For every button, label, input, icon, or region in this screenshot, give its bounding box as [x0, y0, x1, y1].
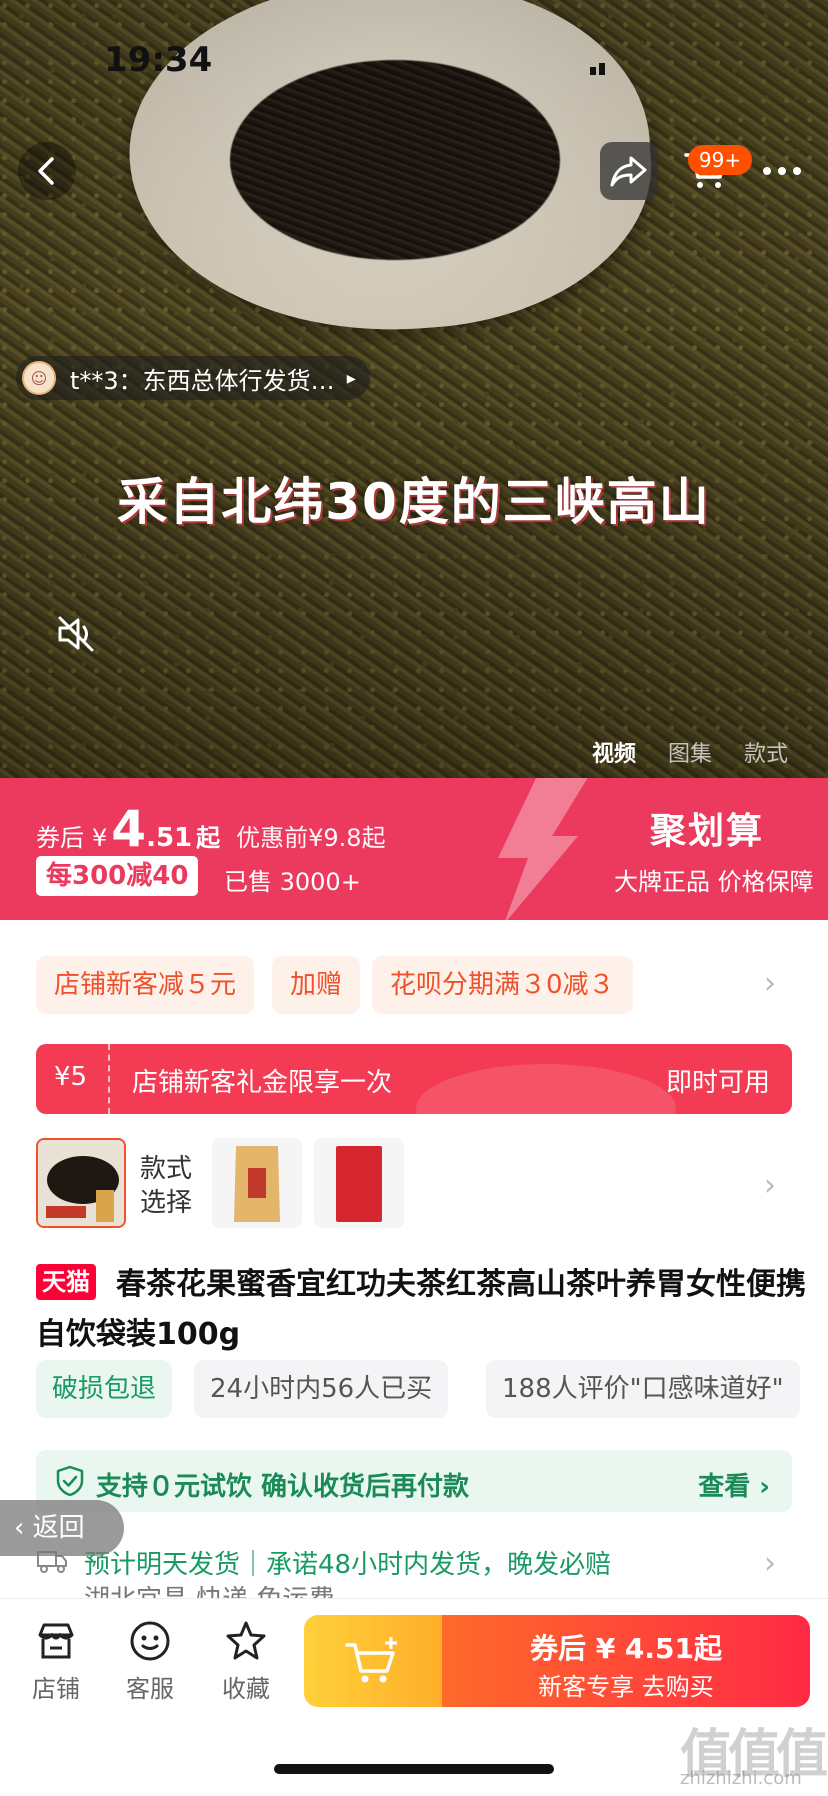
tag-recent-buyers[interactable]: 24小时内56人已买: [194, 1360, 449, 1418]
customer-service-button[interactable]: 客服: [110, 1619, 190, 1704]
review-ticker[interactable]: ☺ t**3：东西总体行发货… ▸: [16, 356, 370, 400]
speaker-muted-icon: [58, 616, 94, 652]
chevron-right-icon[interactable]: ›: [764, 1168, 776, 1203]
shield-check-icon: [56, 1465, 84, 1497]
guarantee-text: 支持０元试饮 确认收货后再付款: [96, 1472, 470, 1502]
coupon-divider: [108, 1044, 110, 1114]
tmall-badge: 天猫: [36, 1264, 96, 1300]
chevron-right-icon[interactable]: ›: [764, 1546, 776, 1581]
review-ticker-text: t**3：东西总体行发货…: [70, 366, 335, 395]
video-caption: 采自北纬30度的三峡高山: [117, 473, 711, 531]
add-to-cart-button[interactable]: [304, 1615, 442, 1707]
share-button[interactable]: [600, 142, 658, 200]
price-line: 券后 ¥ 4 .51 起 优惠前¥9.8起: [36, 800, 386, 858]
store-button[interactable]: 店铺: [16, 1619, 96, 1704]
service-label: 客服: [126, 1675, 174, 1703]
cart-count-badge: 99+: [688, 145, 752, 175]
sold-count: 已售 3000+: [224, 868, 361, 896]
price-decimal: .51: [146, 823, 193, 853]
more-dots-icon: [763, 167, 801, 175]
price-prefix: 券后: [36, 824, 84, 852]
variant-red-bag-image: [314, 1138, 404, 1228]
watermark-url: zhizhizhi.com: [680, 1768, 802, 1789]
try-before-pay-bar[interactable]: 支持０元试饮 确认收货后再付款 查看 ›: [36, 1450, 792, 1512]
original-price: 优惠前¥9.8起: [236, 824, 386, 852]
reviewer-avatar: ☺: [22, 361, 56, 395]
return-label: 返回: [32, 1513, 85, 1543]
price-banner: 券后 ¥ 4 .51 起 优惠前¥9.8起 每300减40 已售 3000+ 聚…: [0, 778, 828, 920]
guarantee-view-link[interactable]: 查看 ›: [698, 1466, 770, 1503]
price-suffix: 起: [196, 824, 221, 852]
chevron-left-icon: [38, 157, 54, 185]
buy-now-button[interactable]: 券后 ¥ 4.51起 新客专享 去购买: [442, 1615, 810, 1707]
variant-thumb-3[interactable]: [314, 1138, 404, 1228]
chevron-right-icon: ▸: [346, 367, 356, 389]
store-icon: [38, 1623, 74, 1659]
price-integer: 4: [111, 800, 147, 858]
promo-badge: 每300减40: [36, 856, 199, 896]
new-customer-coupon[interactable]: ¥5 店铺新客礼金限享一次 即时可用: [36, 1044, 792, 1114]
purchase-group: 券后 ¥ 4.51起 新客专享 去购买: [304, 1615, 810, 1707]
coupon-chip-new-customer[interactable]: 店铺新客减５元: [36, 956, 255, 1014]
price-currency: ¥: [92, 824, 108, 852]
campaign-subtitle: 大牌正品 价格保障: [614, 868, 814, 896]
tag-damage-refund[interactable]: 破损包退: [36, 1360, 173, 1418]
coupon-action[interactable]: 即时可用: [666, 1062, 770, 1099]
favorite-label: 收藏: [222, 1675, 270, 1703]
store-label: 店铺: [32, 1675, 80, 1703]
chat-face-icon: [130, 1621, 170, 1661]
back-button[interactable]: [18, 142, 76, 200]
tab-styles[interactable]: 款式: [744, 736, 788, 768]
share-icon: [610, 156, 647, 187]
status-icons: [590, 56, 740, 76]
tab-gallery[interactable]: 图集: [668, 736, 712, 768]
shipping-promise[interactable]: 预计明天发货｜承诺48小时内发货，晚发必赔: [84, 1544, 611, 1581]
coupon-chip-gift[interactable]: 加赠: [272, 956, 361, 1014]
coupon-amount: ¥5: [54, 1062, 88, 1092]
status-time: 19:34: [104, 40, 213, 80]
chevron-right-icon[interactable]: ›: [764, 966, 776, 1001]
return-float-button[interactable]: ‹ 返回: [0, 1500, 124, 1556]
variant-thumb-1[interactable]: [36, 1138, 126, 1228]
hero-media[interactable]: 19:34 99+ ☺ t**3：东西总体行发货… ▸ 采自北纬30度的三峡高山: [0, 0, 828, 778]
star-icon: [226, 1621, 266, 1660]
coupon-decoration: [416, 1064, 676, 1114]
favorite-button[interactable]: 收藏: [206, 1619, 286, 1704]
more-button[interactable]: [756, 142, 808, 200]
lightning-bolt-icon: [498, 778, 588, 920]
variant-thumb-2[interactable]: [212, 1138, 302, 1228]
variant-kraft-bag-image: [212, 1138, 302, 1228]
coupon-chip-huabei[interactable]: 花呗分期满３0减３: [372, 956, 633, 1014]
cart-plus-icon: [345, 1637, 397, 1683]
product-title: 春茶花果蜜香宜红功夫茶红茶高山茶叶养胃女性便携自饮袋装100g: [36, 1267, 806, 1352]
coupon-text: 店铺新客礼金限享一次: [132, 1068, 393, 1098]
campaign-logo: 聚划算: [650, 811, 765, 852]
mute-button[interactable]: [54, 612, 104, 662]
home-indicator: [274, 1764, 554, 1774]
buy-subtitle: 新客专享 去购买: [538, 1673, 714, 1701]
tag-review-summary[interactable]: 188人评价"口感味道好": [486, 1360, 800, 1418]
variant-tea-image: [38, 1140, 124, 1226]
variant-selector-label[interactable]: 款式选择: [140, 1152, 200, 1220]
buy-price-label: 券后 ¥ 4.51起: [529, 1632, 723, 1665]
media-tabs: 视频 图集 款式: [592, 736, 788, 768]
tab-video[interactable]: 视频: [592, 736, 636, 768]
chevron-left-icon: ‹: [14, 1513, 33, 1543]
